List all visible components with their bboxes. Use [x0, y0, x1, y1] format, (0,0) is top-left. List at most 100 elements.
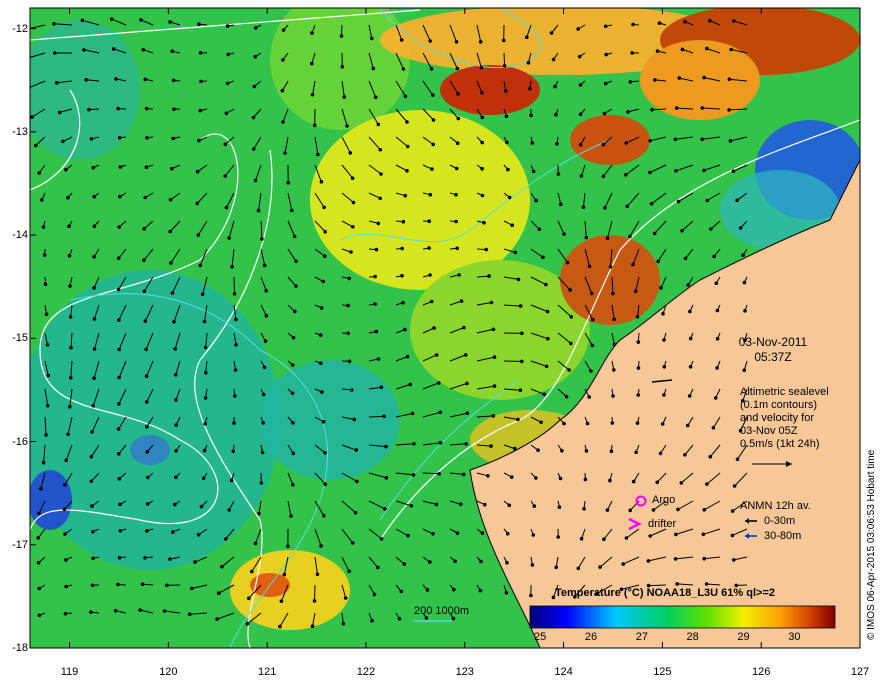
- velocity-arrow-head: [715, 308, 720, 313]
- velocity-arrow-head: [261, 421, 266, 425]
- velocity-arrow-head: [545, 309, 550, 314]
- velocity-arrow-head: [428, 560, 432, 564]
- velocity-arrow-head: [286, 544, 290, 548]
- velocity-arrow-head: [92, 194, 96, 199]
- velocity-arrow-head: [63, 532, 67, 536]
- velocity-arrow-head: [168, 20, 172, 24]
- velocity-arrow-head: [203, 345, 208, 350]
- velocity-arrow-head: [165, 583, 169, 588]
- velocity-arrow-head: [688, 336, 693, 341]
- velocity-arrow-head: [346, 303, 350, 308]
- velocity-arrow-head: [286, 180, 291, 185]
- velocity-arrow-head: [44, 433, 48, 437]
- velocity-arrow-head: [379, 385, 384, 390]
- velocity-arrow-head: [630, 51, 634, 55]
- velocity-arrow-head: [735, 457, 740, 462]
- velocity-arrow-head: [370, 36, 374, 41]
- velocity-arrow-head: [731, 169, 736, 173]
- velocity-arrow-head: [226, 52, 230, 57]
- velocity-arrow-head: [536, 448, 540, 453]
- velocity-arrow-head: [323, 254, 327, 258]
- velocity-arrow-head: [458, 502, 463, 507]
- velocity-arrow: [648, 584, 667, 587]
- lat-tick-label: -12: [12, 22, 28, 35]
- velocity-arrow-head: [116, 106, 120, 111]
- velocity-arrow-head: [544, 364, 549, 369]
- velocity-arrow-head: [658, 451, 663, 456]
- velocity-arrow-head: [348, 151, 353, 155]
- anmn-deep-label: 30-80m: [764, 530, 802, 542]
- velocity-arrow-head: [312, 599, 317, 603]
- velocity-arrow-head: [727, 108, 731, 112]
- velocity-arrow-head: [502, 64, 507, 68]
- velocity-arrow-head: [489, 300, 494, 305]
- velocity-arrow-head: [576, 27, 580, 31]
- velocity-arrow-head: [264, 288, 269, 293]
- velocity-arrow-head: [253, 54, 258, 59]
- velocity-arrow-head: [427, 219, 432, 223]
- velocity-arrow-head: [431, 532, 435, 536]
- velocity-arrow-head: [379, 172, 383, 176]
- velocity-arrow-head: [144, 374, 149, 379]
- velocity-arrow-head: [529, 593, 533, 598]
- velocity-arrow-head: [41, 460, 46, 465]
- velocity-arrow: [368, 415, 385, 418]
- isobath-label: 200 1000m: [414, 605, 470, 617]
- velocity-arrow-head: [339, 34, 344, 38]
- velocity-arrow-head: [37, 511, 41, 516]
- velocity-arrow-head: [509, 475, 514, 479]
- velocity-arrow-head: [513, 446, 517, 451]
- velocity-arrow-head: [657, 21, 662, 25]
- velocity-arrow-head: [565, 260, 570, 265]
- velocity-arrow-head: [92, 317, 97, 321]
- velocity-arrow-head: [263, 339, 268, 343]
- velocity-arrow-head: [90, 430, 94, 434]
- velocity-arrow-head: [537, 227, 542, 232]
- velocity-arrow-head: [351, 225, 355, 229]
- velocity-arrow-head: [117, 402, 121, 406]
- velocity-arrow-head: [322, 205, 326, 210]
- velocity-arrow-head: [351, 200, 356, 205]
- velocity-arrow-head: [168, 557, 172, 561]
- velocity-arrow-head: [225, 24, 230, 28]
- velocity-arrow-head: [651, 508, 656, 512]
- velocity-arrow-head: [143, 556, 147, 560]
- velocity-arrow-head: [701, 532, 706, 537]
- velocity-arrow-head: [64, 167, 68, 172]
- velocity-arrow-head: [39, 486, 43, 491]
- velocity-arrow-head: [585, 421, 590, 426]
- velocity-arrow-head: [203, 422, 207, 426]
- velocity-arrow-head: [636, 393, 640, 397]
- velocity-arrow-head: [400, 273, 404, 278]
- velocity-arrow-head: [631, 262, 635, 267]
- velocity-arrow-head: [480, 90, 484, 95]
- velocity-arrow-head: [409, 504, 414, 508]
- velocity-arrow-head: [612, 317, 616, 322]
- velocity-arrow-head: [62, 507, 67, 512]
- colorbar-tick-label: 29: [737, 631, 750, 643]
- velocity-arrow-head: [379, 537, 384, 541]
- velocity-arrow-head: [713, 396, 718, 400]
- velocity-arrow-head: [534, 198, 538, 203]
- velocity-arrow-head: [554, 112, 558, 117]
- velocity-arrow-head: [45, 343, 50, 347]
- velocity-arrow-head: [526, 61, 531, 65]
- velocity-arrow-head: [145, 475, 150, 480]
- velocity-arrow-head: [683, 453, 687, 457]
- velocity-arrow-head: [427, 246, 431, 250]
- velocity-arrow-head: [478, 588, 483, 593]
- velocity-arrow-head: [489, 444, 493, 448]
- velocity-arrow-head: [431, 142, 436, 147]
- velocity-arrow-head: [113, 608, 118, 613]
- velocity-arrow: [314, 584, 316, 601]
- velocity-arrow-head: [702, 556, 706, 561]
- velocity-arrow-head: [403, 94, 408, 99]
- lat-tick-label: -18: [12, 642, 28, 654]
- velocity-arrow-head: [141, 47, 146, 52]
- velocity-arrow-head: [230, 265, 234, 269]
- velocity-arrow-head: [662, 365, 667, 369]
- velocity-arrow-head: [628, 80, 633, 84]
- velocity-arrow-head: [603, 206, 607, 210]
- velocity-arrow-head: [399, 589, 404, 594]
- velocity-arrow-head: [90, 583, 95, 588]
